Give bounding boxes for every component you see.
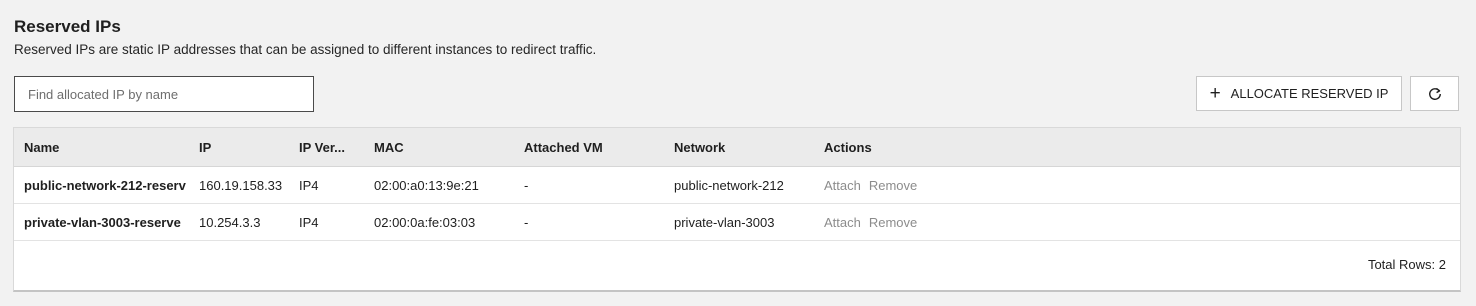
- cell-mac: 02:00:a0:13:9e:21: [374, 177, 479, 193]
- cell-actions: Attach Remove: [824, 204, 1024, 240]
- cell-network: private-vlan-3003: [674, 214, 775, 230]
- cell-mac: 02:00:0a:fe:03:03: [374, 214, 476, 230]
- allocate-label: ALLOCATE RESERVED IP: [1230, 86, 1389, 101]
- plus-icon: +: [1209, 83, 1221, 104]
- remove-action[interactable]: Remove: [869, 215, 917, 230]
- column-header-mac[interactable]: MAC: [374, 128, 514, 166]
- table-row: private-vlan-3003-reserve 10.254.3.3 IP4…: [14, 204, 1460, 241]
- reserved-ips-table: Name IP IP Ver... MAC Attached VM Networ…: [13, 127, 1461, 292]
- cell-attached-vm: -: [524, 214, 529, 230]
- cell-actions: Attach Remove: [824, 167, 1024, 203]
- column-header-ip-version[interactable]: IP Ver...: [299, 128, 365, 166]
- column-header-actions: Actions: [824, 139, 872, 155]
- column-header-name[interactable]: Name: [24, 128, 190, 166]
- cell-ip-version: IP4: [299, 214, 319, 230]
- total-rows: Total Rows: 2: [1367, 257, 1446, 272]
- column-header-attached-vm[interactable]: Attached VM: [524, 128, 664, 166]
- search-input[interactable]: [14, 76, 314, 112]
- cell-name: private-vlan-3003-reserve: [24, 214, 181, 230]
- cell-name: public-network-212-reserv: [24, 177, 186, 193]
- column-header-network[interactable]: Network: [674, 128, 814, 166]
- column-header-ip[interactable]: IP: [199, 128, 291, 166]
- allocate-reserved-ip-button[interactable]: + ALLOCATE RESERVED IP: [1196, 76, 1402, 111]
- cell-ip: 10.254.3.3: [199, 214, 261, 230]
- page-subtitle: Reserved IPs are static IP addresses tha…: [14, 42, 597, 57]
- refresh-icon: [1428, 87, 1441, 100]
- page-title: Reserved IPs: [14, 17, 121, 36]
- cell-network: public-network-212: [674, 177, 784, 193]
- cell-ip: 160.19.158.33: [199, 177, 283, 193]
- table-header: Name IP IP Ver... MAC Attached VM Networ…: [14, 128, 1460, 167]
- attach-action[interactable]: Attach: [824, 178, 861, 193]
- cell-ip-version: IP4: [299, 177, 319, 193]
- attach-action[interactable]: Attach: [824, 215, 861, 230]
- table-row: public-network-212-reserv 160.19.158.33 …: [14, 167, 1460, 204]
- cell-attached-vm: -: [524, 177, 529, 193]
- remove-action[interactable]: Remove: [869, 178, 917, 193]
- refresh-button[interactable]: [1410, 76, 1459, 111]
